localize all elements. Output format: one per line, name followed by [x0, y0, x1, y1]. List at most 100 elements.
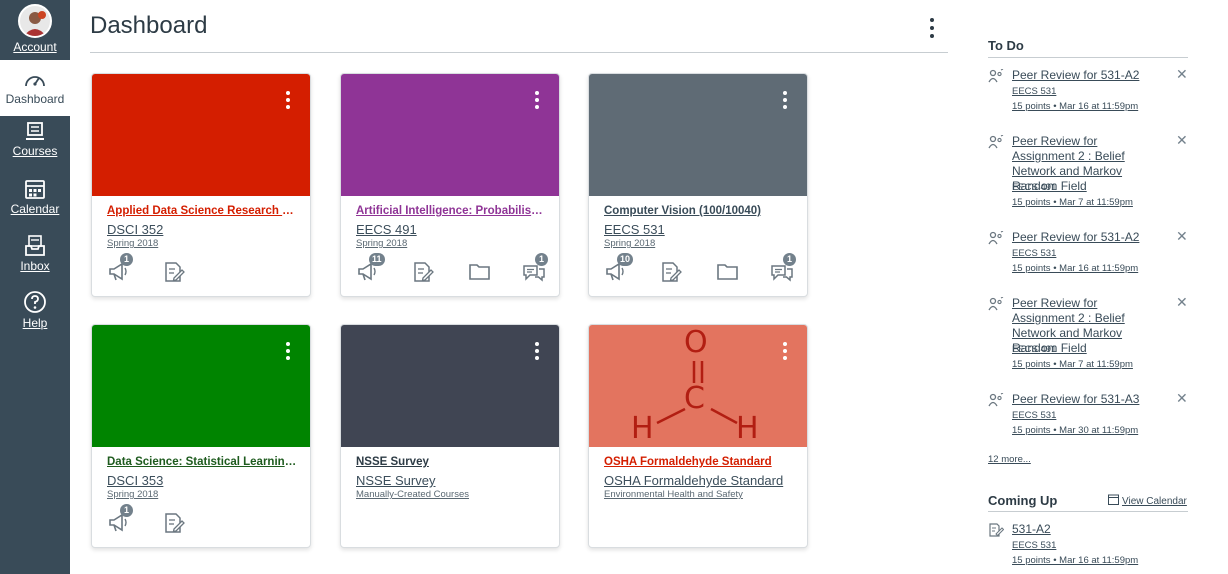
- coming-up-item-course[interactable]: EECS 531: [1012, 540, 1056, 551]
- todo-title: To Do: [988, 38, 1024, 53]
- todo-item-title-link[interactable]: Peer Review for 531-A3: [1012, 392, 1162, 407]
- assignment-icon[interactable]: [412, 261, 436, 285]
- courses-icon: [26, 122, 44, 140]
- assignment-icon[interactable]: [163, 261, 187, 285]
- nav-courses[interactable]: Courses: [0, 122, 70, 172]
- coming-up-item-meta[interactable]: 15 points • Mar 16 at 11:59pm: [1012, 555, 1138, 566]
- molecule-oxygen: O: [684, 325, 708, 360]
- course-term-link[interactable]: Manually-Created Courses: [356, 489, 546, 500]
- course-code-link[interactable]: NSSE Survey: [356, 473, 546, 488]
- course-term-link[interactable]: Spring 2018: [107, 489, 297, 500]
- card-options-icon[interactable]: [284, 90, 292, 112]
- course-name-link[interactable]: OSHA Formaldehyde Standard: [604, 456, 794, 468]
- course-code-link[interactable]: OSHA Formaldehyde Standard: [604, 473, 794, 488]
- todo-item-meta[interactable]: 15 points • Mar 16 at 11:59pm: [1012, 263, 1138, 274]
- course-name-link[interactable]: Computer Vision (100/10040): [604, 205, 794, 217]
- dismiss-todo-icon[interactable]: ✕: [1176, 66, 1188, 83]
- todo-item-meta[interactable]: 15 points • Mar 16 at 11:59pm: [1012, 101, 1138, 112]
- course-code-link[interactable]: DSCI 352: [107, 222, 297, 237]
- todo-item-course[interactable]: EECS 491: [1012, 344, 1056, 355]
- todo-more-link[interactable]: 12 more...: [988, 454, 1031, 465]
- course-card-actions: [356, 512, 556, 538]
- header-divider: [90, 52, 948, 53]
- todo-item-title-link[interactable]: Peer Review for 531-A2: [1012, 230, 1162, 245]
- dismiss-todo-icon[interactable]: ✕: [1176, 132, 1188, 149]
- course-name-link[interactable]: Artificial Intelligence: Probabilistic..…: [356, 205, 546, 217]
- nav-calendar[interactable]: Calendar: [0, 178, 70, 228]
- todo-divider: [988, 57, 1188, 58]
- dismiss-todo-icon[interactable]: ✕: [1176, 294, 1188, 311]
- course-card-actions: [604, 512, 804, 538]
- nav-account[interactable]: Account: [0, 0, 70, 56]
- announcement-icon[interactable]: 11: [356, 253, 385, 285]
- card-options-icon[interactable]: [781, 341, 789, 363]
- announcement-unread-badge: 11: [369, 253, 385, 266]
- course-term-link[interactable]: Spring 2018: [107, 238, 297, 249]
- assignment-icon[interactable]: [163, 512, 187, 536]
- formaldehyde-molecule-image: OCH H: [589, 325, 807, 447]
- nav-inbox[interactable]: Inbox: [0, 235, 70, 285]
- card-options-icon[interactable]: [284, 341, 292, 363]
- todo-item-meta[interactable]: 15 points • Mar 7 at 11:59pm: [1012, 359, 1133, 370]
- announcement-icon[interactable]: 10: [604, 253, 634, 285]
- discussion-icon[interactable]: 1: [522, 253, 548, 285]
- nav-courses-label: Courses: [12, 144, 58, 158]
- dashboard-options-icon[interactable]: [924, 16, 940, 40]
- help-icon: [24, 291, 46, 313]
- todo-item-course[interactable]: EECS 531: [1012, 86, 1056, 97]
- dashboard-icon: [25, 76, 45, 87]
- files-icon[interactable]: [468, 261, 492, 285]
- molecule-carbon: C: [684, 381, 705, 416]
- coming-up-divider: [988, 511, 1188, 512]
- announcement-unread-badge: 10: [617, 253, 634, 266]
- nav-account-label: Account: [13, 40, 57, 54]
- todo-item-meta[interactable]: 15 points • Mar 30 at 11:59pm: [1012, 425, 1138, 436]
- course-term-link[interactable]: Spring 2018: [356, 238, 546, 249]
- course-card-data-science-statistical: Data Science: Statistical Learning, ... D…: [91, 324, 311, 548]
- course-name-link[interactable]: Applied Data Science Research (1...: [107, 205, 297, 217]
- coming-up-item-title-link[interactable]: 531-A2: [1012, 522, 1162, 537]
- view-calendar-link[interactable]: View Calendar: [1108, 494, 1187, 507]
- course-term-link[interactable]: Spring 2018: [604, 238, 794, 249]
- course-code-link[interactable]: EECS 531: [604, 222, 794, 237]
- course-card-info: Artificial Intelligence: Probabilistic..…: [356, 205, 546, 249]
- todo-item-course[interactable]: EECS 531: [1012, 410, 1056, 421]
- nav-help[interactable]: Help: [0, 290, 70, 340]
- course-card-hero[interactable]: [92, 74, 310, 196]
- assignment-icon[interactable]: [660, 261, 684, 285]
- todo-item-course[interactable]: EECS 531: [1012, 248, 1056, 259]
- nav-dashboard[interactable]: Dashboard: [0, 60, 70, 116]
- course-card-actions: 1: [107, 504, 307, 538]
- dismiss-todo-icon[interactable]: ✕: [1176, 390, 1188, 407]
- course-card-hero[interactable]: OCH H: [589, 325, 807, 447]
- course-card-hero[interactable]: [589, 74, 807, 196]
- peer-review-icon: [988, 134, 1004, 149]
- course-name-link[interactable]: Data Science: Statistical Learning, ...: [107, 456, 297, 468]
- card-options-icon[interactable]: [781, 90, 789, 112]
- announcement-icon[interactable]: 1: [107, 504, 133, 536]
- card-options-icon[interactable]: [533, 341, 541, 363]
- course-card-applied-data-science: Applied Data Science Research (1... DSCI …: [91, 73, 311, 297]
- files-icon[interactable]: [716, 261, 740, 285]
- course-code-link[interactable]: DSCI 353: [107, 473, 297, 488]
- dismiss-todo-icon[interactable]: ✕: [1176, 228, 1188, 245]
- course-card-actions: 1: [107, 253, 307, 287]
- card-options-icon[interactable]: [533, 90, 541, 112]
- announcement-icon[interactable]: 1: [107, 253, 133, 285]
- discussion-icon[interactable]: 1: [770, 253, 796, 285]
- todo-item-title-link[interactable]: Peer Review for 531-A2: [1012, 68, 1162, 83]
- molecule-hydrogen-right: H: [736, 411, 759, 446]
- page-title: Dashboard: [90, 12, 208, 39]
- course-card-actions: 11 1: [356, 253, 556, 287]
- course-card-actions: 10 1: [604, 253, 804, 287]
- course-card-hero[interactable]: [92, 325, 310, 447]
- course-card-hero[interactable]: [341, 325, 559, 447]
- course-name-link[interactable]: NSSE Survey: [356, 456, 546, 468]
- course-term-link[interactable]: Environmental Health and Safety: [604, 489, 794, 500]
- course-code-link[interactable]: EECS 491: [356, 222, 546, 237]
- global-navigation: Account Dashboard Courses Calendar Inbox…: [0, 0, 70, 574]
- todo-item-meta[interactable]: 15 points • Mar 7 at 11:59pm: [1012, 197, 1133, 208]
- course-card-hero[interactable]: [341, 74, 559, 196]
- todo-item-course[interactable]: EECS 491: [1012, 182, 1056, 193]
- calendar-small-icon: [1108, 494, 1119, 505]
